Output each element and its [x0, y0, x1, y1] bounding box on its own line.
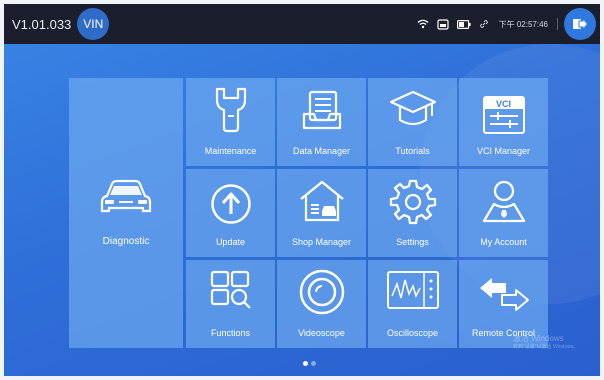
tile-oscilloscope[interactable]: Oscilloscope: [368, 260, 457, 348]
tile-shop-manager[interactable]: Shop Manager: [277, 169, 366, 257]
tile-tutorials-label: Tutorials: [395, 146, 430, 156]
exit-button[interactable]: [564, 8, 596, 40]
remote-arrows-icon: [479, 278, 529, 311]
vin-label: VIN: [83, 17, 104, 31]
clock: 下午 02:57:46: [498, 19, 548, 29]
graduation-cap-icon: [389, 90, 436, 126]
gear-icon: [389, 179, 436, 225]
tile-functions[interactable]: Functions: [186, 260, 275, 348]
tile-vci-manager-label: VCI Manager: [476, 146, 531, 156]
tile-vci-manager[interactable]: VCI VCI Manager: [459, 78, 548, 166]
page-dot-active[interactable]: [303, 361, 308, 366]
tile-my-account[interactable]: My Account: [459, 169, 548, 257]
tile-diagnostic[interactable]: Diagnostic: [69, 78, 183, 348]
status-area: 下午 02:57:46: [417, 4, 548, 44]
tile-settings[interactable]: Settings: [368, 169, 457, 257]
functions-grid-icon: [210, 270, 251, 309]
data-manager-icon: [302, 90, 341, 130]
tile-maintenance-label: Maintenance: [204, 146, 257, 156]
tile-functions-label: Functions: [210, 328, 251, 338]
tile-maintenance[interactable]: Maintenance: [186, 78, 275, 166]
page-dot[interactable]: [311, 361, 316, 366]
tile-data-manager-label: Data Manager: [292, 146, 351, 156]
vci-badge-label: VCI: [495, 98, 511, 109]
wifi-icon: [417, 19, 429, 29]
tile-settings-label: Settings: [396, 237, 429, 247]
wrench-icon: [215, 87, 246, 133]
app-window: V1.01.033 VIN 下午 02:57:46 Diagnostic Mai…: [4, 4, 600, 376]
version-label: V1.01.033: [12, 16, 72, 32]
oscilloscope-icon: [386, 271, 439, 309]
user-icon: [482, 180, 525, 223]
link-icon: [479, 20, 488, 28]
shop-icon: [299, 180, 344, 222]
windows-activation-watermark: 激活 Windows 转到"设置"以激活 Windows。: [513, 335, 578, 351]
exit-icon: [573, 17, 588, 31]
update-arrow-icon: [210, 184, 251, 224]
tile-videoscope-label: Videoscope: [298, 328, 345, 338]
tile-videoscope[interactable]: Videoscope: [277, 260, 366, 348]
storage-icon: [437, 18, 449, 30]
tile-tutorials[interactable]: Tutorials: [368, 78, 457, 166]
topbar-divider: [557, 18, 558, 30]
tile-shop-manager-label: Shop Manager: [291, 237, 352, 247]
vin-button[interactable]: VIN: [77, 8, 110, 40]
tile-update[interactable]: Update: [186, 169, 275, 257]
battery-icon: [456, 19, 471, 29]
page-indicator: [303, 361, 316, 366]
watermark-line-2: 转到"设置"以激活 Windows。: [513, 344, 579, 350]
car-icon: [100, 179, 152, 213]
tile-update-label: Update: [215, 237, 246, 247]
vci-device-icon: VCI: [482, 96, 525, 134]
tile-oscilloscope-label: Oscilloscope: [386, 328, 439, 338]
tile-diagnostic-label: Diagnostic: [102, 236, 150, 247]
tile-data-manager[interactable]: Data Manager: [277, 78, 366, 166]
watermark-line-1: 激活 Windows: [513, 334, 564, 343]
camera-lens-icon: [299, 269, 344, 315]
tile-my-account-label: My Account: [480, 237, 527, 247]
top-bar: V1.01.033 VIN 下午 02:57:46: [4, 4, 600, 44]
